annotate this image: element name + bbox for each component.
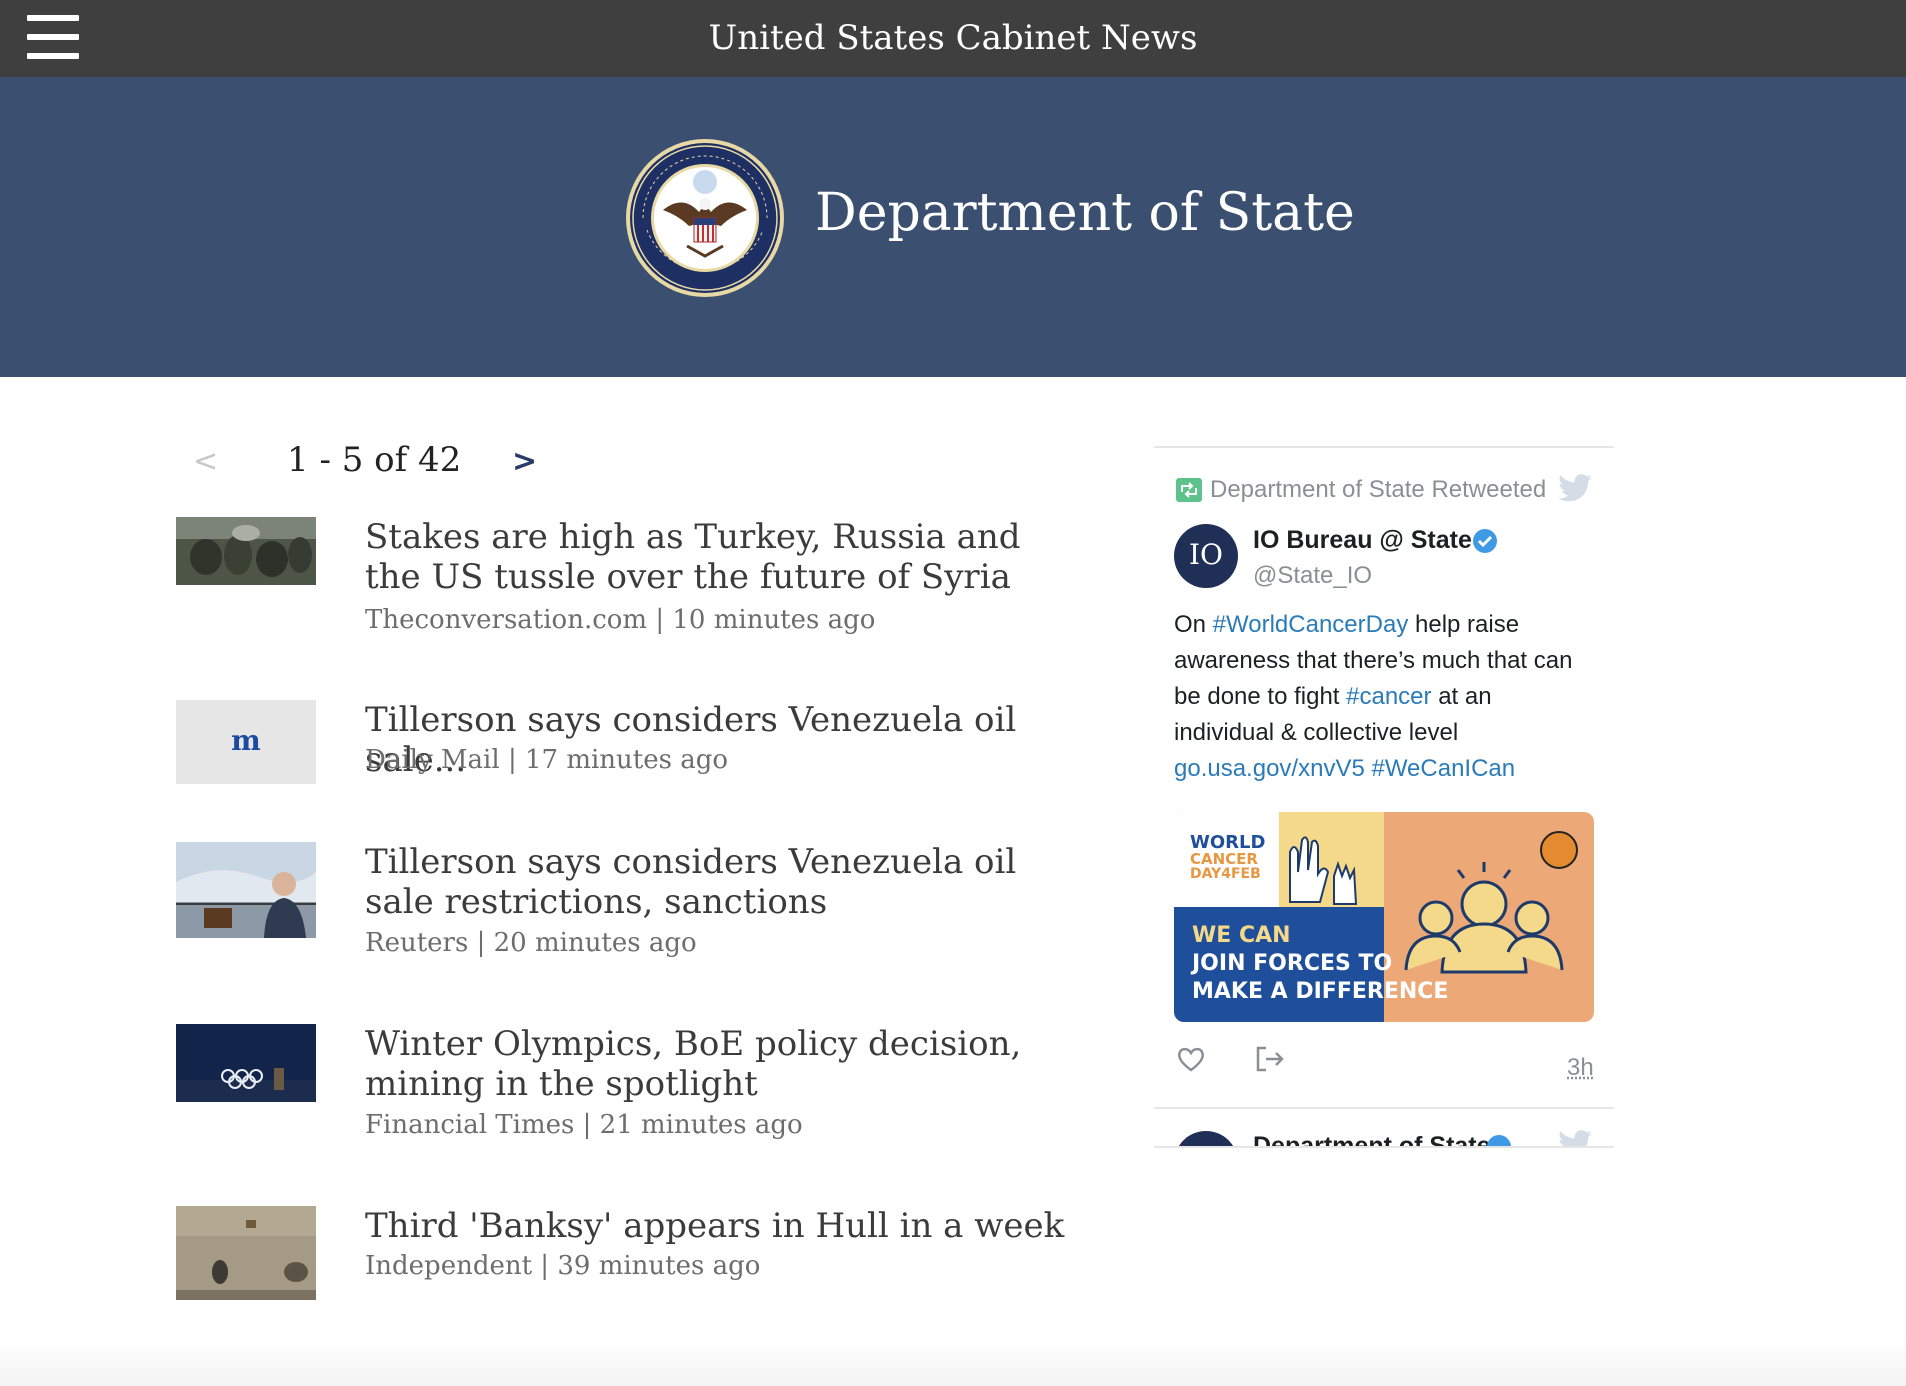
article-headline[interactable]: Winter Olympics, BoE policy decision, mi… bbox=[365, 1024, 1065, 1104]
department-title: Department of State bbox=[815, 183, 1355, 243]
twitter-bird-icon[interactable] bbox=[1558, 474, 1592, 502]
article-item[interactable]: Winter Olympics, BoE policy decision, mi… bbox=[176, 1024, 1076, 1144]
article-meta: Theconversation.com | 10 minutes ago bbox=[365, 605, 876, 635]
article-source: Independent bbox=[365, 1251, 533, 1281]
media-slogan-2: JOIN FORCES TO bbox=[1190, 951, 1392, 976]
svg-text:m: m bbox=[231, 724, 261, 757]
article-headline[interactable]: Tillerson says considers Venezuela oil s… bbox=[365, 842, 1065, 922]
retweeted-by-label[interactable]: Department of State Retweeted bbox=[1210, 476, 1546, 504]
divider bbox=[1154, 1146, 1614, 1148]
article-thumbnail[interactable] bbox=[176, 1024, 316, 1102]
tillerson-photo-icon bbox=[176, 842, 316, 938]
article-source: Theconversation.com bbox=[365, 605, 648, 635]
retweet-icon bbox=[1176, 478, 1202, 502]
article-time: 39 minutes ago bbox=[557, 1251, 761, 1281]
tweet-text-part: On bbox=[1174, 611, 1213, 638]
tweet-timestamp[interactable]: 3h bbox=[1567, 1054, 1594, 1082]
article-meta: Financial Times | 21 minutes ago bbox=[365, 1110, 803, 1140]
app-title: United States Cabinet News bbox=[708, 18, 1198, 58]
article-meta: Reuters | 20 minutes ago bbox=[365, 928, 697, 958]
page-range: 1 - 5 of 42 bbox=[287, 440, 462, 480]
article-source: Daily Mail bbox=[365, 745, 500, 775]
article-headline[interactable]: Third 'Banksy' appears in Hull in a week bbox=[365, 1206, 1065, 1246]
article-time: 20 minutes ago bbox=[493, 928, 697, 958]
article-thumbnail[interactable] bbox=[176, 517, 316, 585]
author-avatar[interactable]: IO bbox=[1174, 524, 1238, 588]
url-link[interactable]: go.usa.gov/xnvV5 bbox=[1174, 755, 1365, 782]
next-page-button[interactable]: > bbox=[512, 444, 537, 479]
media-slogan-3: MAKE A DIFFERENCE bbox=[1192, 979, 1448, 1004]
tweet-text: On #WorldCancerDay help raise awareness … bbox=[1174, 607, 1594, 787]
article-source: Financial Times bbox=[365, 1110, 575, 1140]
article-item[interactable]: Tillerson says considers Venezuela oil s… bbox=[176, 842, 1076, 962]
share-icon[interactable] bbox=[1254, 1044, 1286, 1074]
divider bbox=[1154, 446, 1614, 448]
hashtag-link[interactable]: #WeCanICan bbox=[1371, 755, 1515, 782]
article-meta: Independent | 39 minutes ago bbox=[365, 1251, 761, 1281]
article-time: 10 minutes ago bbox=[672, 605, 876, 635]
department-banner: Department of State bbox=[0, 77, 1906, 377]
author-handle[interactable]: @State_IO bbox=[1253, 562, 1372, 590]
article-time: 17 minutes ago bbox=[524, 745, 729, 775]
author-name[interactable]: IO Bureau @ State bbox=[1253, 526, 1472, 555]
banksy-wall-photo-icon bbox=[176, 1206, 316, 1300]
twitter-timeline[interactable]: Department of State Retweeted IO IO Bure… bbox=[1154, 446, 1614, 1148]
hashtag-link[interactable]: #cancer bbox=[1346, 683, 1431, 710]
heart-icon[interactable] bbox=[1176, 1044, 1206, 1074]
article-headline[interactable]: Stakes are high as Turkey, Russia and th… bbox=[365, 517, 1065, 597]
article-thumbnail[interactable] bbox=[176, 842, 316, 938]
article-meta: Daily Mail | 17 minutes ago bbox=[365, 745, 729, 775]
top-bar: United States Cabinet News bbox=[0, 0, 1906, 77]
previous-page-button[interactable]: < bbox=[193, 444, 218, 479]
verified-icon bbox=[1473, 529, 1497, 553]
article-thumbnail[interactable] bbox=[176, 1206, 316, 1300]
media-slogan-1: WE CAN bbox=[1192, 923, 1291, 948]
article-item[interactable]: Third 'Banksy' appears in Hull in a week… bbox=[176, 1206, 1076, 1302]
hashtag-link[interactable]: #WorldCancerDay bbox=[1213, 611, 1409, 638]
page-footer-shade bbox=[0, 1340, 1906, 1386]
article-thumbnail[interactable]: m bbox=[176, 700, 316, 784]
media-text-day: DAY4FEB bbox=[1190, 866, 1261, 882]
article-item[interactable]: m Tillerson says considers Venezuela oil… bbox=[176, 700, 1076, 784]
soldiers-photo-icon bbox=[176, 517, 316, 585]
department-of-state-seal-icon bbox=[626, 139, 784, 297]
article-time: 21 minutes ago bbox=[599, 1110, 803, 1140]
daily-mail-logo-icon: m bbox=[176, 700, 316, 784]
olympic-rings-photo-icon bbox=[176, 1024, 316, 1102]
divider bbox=[1154, 1107, 1614, 1109]
tweet-media-image[interactable]: WORLD CANCER DAY4FEB WE CAN JOIN FORCES … bbox=[1174, 812, 1594, 1022]
avatar-initials: IO bbox=[1188, 538, 1223, 571]
article-source: Reuters bbox=[365, 928, 469, 958]
article-item[interactable]: Stakes are high as Turkey, Russia and th… bbox=[176, 517, 1076, 637]
